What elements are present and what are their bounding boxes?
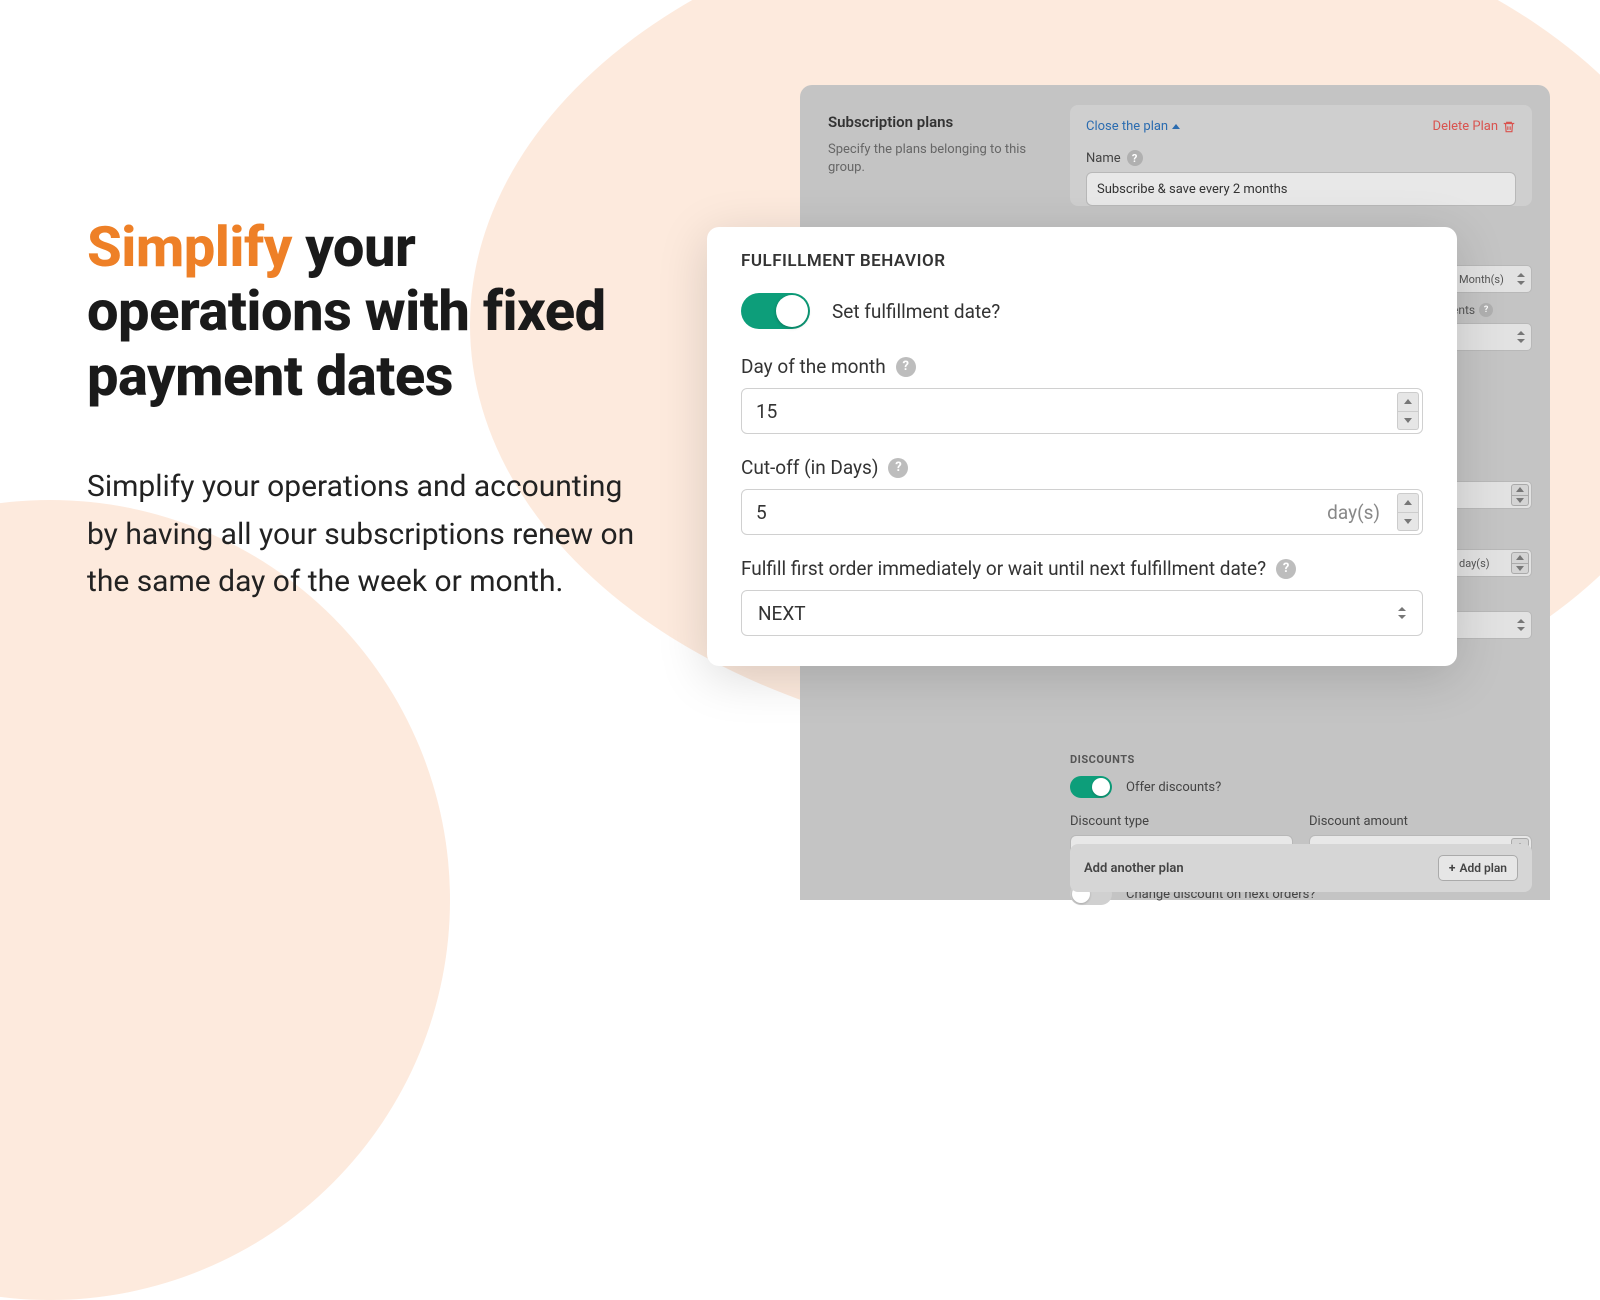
arrow-down-icon (1404, 519, 1412, 524)
help-icon[interactable]: ? (1127, 150, 1143, 166)
offer-discounts-label: Offer discounts? (1126, 780, 1221, 795)
help-icon[interactable]: ? (888, 458, 908, 478)
stub-spinner-1[interactable] (1452, 481, 1532, 509)
cutoff-suffix: day(s) (1327, 501, 1380, 524)
cutoff-value: 5 (756, 501, 767, 524)
fulfillment-behavior-card: FULFILLMENT BEHAVIOR Set fulfillment dat… (707, 227, 1457, 666)
help-icon[interactable]: ? (1479, 303, 1493, 317)
plan-name-value: Subscribe & save every 2 months (1097, 182, 1287, 197)
caret-up-icon (1172, 124, 1180, 129)
close-plan-label: Close the plan (1086, 119, 1168, 134)
add-plan-button-label: Add plan (1459, 861, 1507, 875)
add-plan-button[interactable]: +Add plan (1438, 855, 1518, 881)
days-spinner[interactable]: day(s) (1452, 549, 1532, 577)
cutoff-input[interactable]: 5 day(s) (741, 489, 1423, 535)
months-select[interactable]: Month(s) (1452, 265, 1532, 293)
name-label: Name (1086, 151, 1121, 166)
marketing-body: Simplify your operations and accounting … (87, 463, 647, 605)
stub-select-2[interactable] (1452, 323, 1532, 351)
spinner-control[interactable] (1397, 392, 1419, 430)
help-icon[interactable]: ? (1276, 559, 1296, 579)
updown-icon (1398, 607, 1406, 619)
set-fulfillment-date-label: Set fulfillment date? (832, 300, 1000, 323)
help-icon[interactable]: ? (896, 357, 916, 377)
trash-icon (1502, 120, 1516, 134)
discounts-title: DISCOUNTS (1070, 753, 1532, 766)
first-order-value: NEXT (758, 602, 806, 625)
subscription-plans-subtitle: Specify the plans belonging to this grou… (828, 141, 1058, 177)
months-suffix: Month(s) (1459, 273, 1504, 286)
right-stubs: Month(s) ents? day(s) (1452, 265, 1532, 649)
day-of-month-value: 15 (756, 400, 777, 423)
discount-amount-label: Discount amount (1309, 814, 1408, 829)
discount-type-label: Discount type (1070, 814, 1149, 829)
add-another-plan-label: Add another plan (1084, 861, 1184, 876)
days-suffix: day(s) (1459, 557, 1490, 570)
fulfillment-behavior-title: FULFILLMENT BEHAVIOR (741, 251, 1423, 271)
background-blob-bottom (0, 500, 450, 1300)
set-fulfillment-date-toggle[interactable] (741, 293, 810, 329)
updown-icon (1517, 619, 1525, 631)
delete-plan-label: Delete Plan (1433, 119, 1498, 134)
updown-icon (1517, 273, 1525, 285)
headline-accent: Simplify (87, 214, 292, 280)
cutoff-label: Cut-off (in Days) (741, 456, 878, 479)
offer-discounts-toggle[interactable] (1070, 776, 1112, 798)
stub-select-3[interactable] (1452, 611, 1532, 639)
headline: Simplify your operations with fixed paym… (87, 215, 647, 408)
arrow-up-icon (1404, 500, 1412, 505)
plan-card: Close the plan Delete Plan Name? Subscri… (1070, 105, 1532, 206)
first-order-select[interactable]: NEXT (741, 590, 1423, 636)
day-of-month-label: Day of the month (741, 355, 886, 378)
updown-icon (1517, 331, 1525, 343)
marketing-copy: Simplify your operations with fixed paym… (87, 215, 647, 605)
first-order-label: Fulfill first order immediately or wait … (741, 557, 1266, 580)
close-plan-link[interactable]: Close the plan (1086, 119, 1180, 134)
delete-plan-link[interactable]: Delete Plan (1433, 119, 1516, 134)
add-plan-bar: Add another plan +Add plan (1070, 844, 1532, 892)
discounts-section: DISCOUNTS Offer discounts? Discount type… (1070, 753, 1532, 921)
spinner-control[interactable] (1397, 493, 1419, 531)
arrow-down-icon (1404, 418, 1412, 423)
plan-name-input[interactable]: Subscribe & save every 2 months (1086, 172, 1516, 206)
subscription-plans-title: Subscription plans (828, 113, 1058, 131)
arrow-up-icon (1404, 399, 1412, 404)
day-of-month-input[interactable]: 15 (741, 388, 1423, 434)
